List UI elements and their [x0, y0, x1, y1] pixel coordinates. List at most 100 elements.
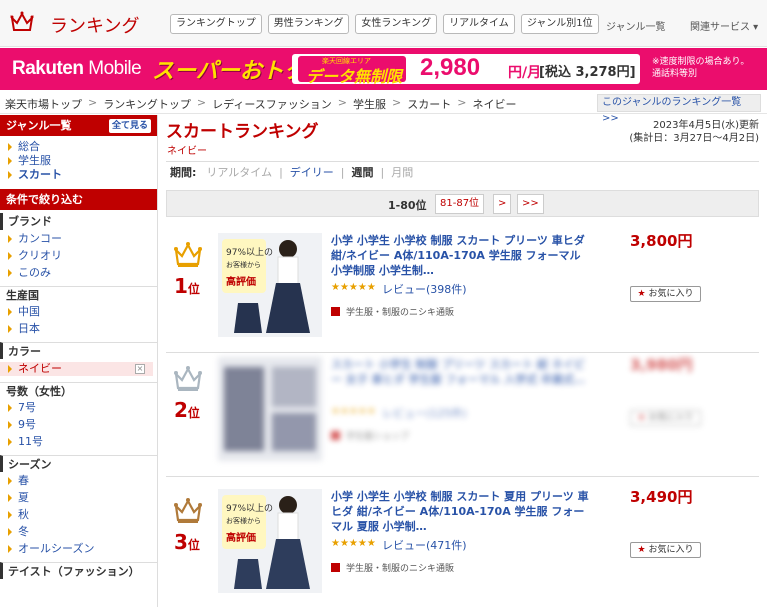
review-link[interactable]: レビュー(398件)	[382, 281, 467, 297]
breadcrumb: 楽天市場トップ > ランキングトップ > レディースファッション > 学生服 > スカー…	[0, 92, 767, 124]
filter-brand-heading: ブランド	[0, 213, 157, 230]
breadcrumb-item[interactable]: ランキングトップ	[103, 96, 191, 112]
banner-price: 2,980	[420, 54, 481, 81]
gold-crown-icon	[174, 242, 202, 267]
genre-link[interactable]: 学生服	[0, 154, 157, 168]
tab-female-ranking[interactable]: 女性ランキング	[355, 14, 438, 34]
review-link[interactable]: レビュー(471件)	[382, 537, 467, 553]
filter-season-item[interactable]: 春	[0, 474, 157, 488]
promo-banner[interactable]: Rakuten Mobile スーパーおトク 楽天回線エリア データ無制限 2,…	[0, 48, 767, 90]
period-realtime[interactable]: リアルタイム	[206, 162, 272, 184]
genre-link[interactable]: 総合	[0, 140, 157, 154]
ranking-item[interactable]: 3位 97%以上の お客様から 高評価 小学 小学生 小学校 制服 スカート 夏…	[166, 485, 759, 609]
breadcrumb-item[interactable]: スカート	[407, 96, 451, 112]
tab-ranking-top[interactable]: ランキングトップ	[170, 14, 262, 34]
genre-list-link[interactable]: ジャンル一覧	[606, 18, 666, 33]
review-link[interactable]: レビュー(125件)	[382, 405, 467, 421]
show-all-button[interactable]: 全て見る	[108, 119, 151, 133]
bronze-crown-icon	[174, 498, 202, 523]
rank-number: 2位	[174, 398, 200, 422]
tab-genre-first[interactable]: ジャンル別1位	[520, 14, 599, 34]
product-name-link[interactable]: スカート 小学生 制服 プリーツ スカート 紺 ネイビー 女子 車ヒダ 学生服 …	[331, 357, 589, 387]
badge-text: 高評価	[226, 531, 256, 544]
shop-icon	[331, 307, 340, 316]
crown-logo-icon	[10, 11, 34, 31]
rating-stars: ★★★★★	[331, 282, 376, 293]
star-icon: ★	[637, 289, 646, 299]
separator: |	[380, 165, 385, 179]
genre-ranking-list-button[interactable]: このジャンルのランキング一覧 >>	[597, 94, 761, 124]
add-favorite-button[interactable]: ★ お気に入り	[630, 542, 701, 558]
shop-icon	[331, 563, 340, 572]
breadcrumb-item[interactable]: ネイビー	[472, 96, 516, 112]
badge-text: 97%以上の	[226, 247, 273, 258]
shop-link[interactable]: 学生服ショップ	[331, 429, 409, 442]
filter-taste-heading: テイスト（ファッション）	[0, 562, 157, 579]
filter-season-item[interactable]: 秋	[0, 508, 157, 522]
banner-note: ※速度制限の場合あり。 通話料等別	[652, 57, 750, 79]
tab-realtime[interactable]: リアルタイム	[443, 14, 515, 34]
related-services-menu[interactable]: 関連サービス ▾	[690, 18, 758, 33]
data-unlimited-tag: 楽天回線エリア データ無制限	[298, 56, 406, 86]
product-image[interactable]: 97%以上の お客様から 高評価	[218, 489, 322, 593]
ranking-item[interactable]: 2位 スカート 小学生 制服 プリーツ スカート 紺 ネイビー 女子 車ヒダ 学…	[166, 353, 759, 477]
period-daily[interactable]: デイリー	[290, 162, 334, 184]
filter-origin-item[interactable]: 日本	[0, 322, 157, 336]
rating-stars: ★★★★★	[331, 538, 376, 549]
period-weekly[interactable]: 週間	[352, 162, 374, 184]
filter-size-item[interactable]: 7号	[0, 401, 157, 415]
rank-number: 1位	[174, 274, 200, 298]
filter-season-item[interactable]: 夏	[0, 491, 157, 505]
last-page-button[interactable]: >>	[517, 194, 544, 214]
badge-text: 97%以上の	[226, 503, 273, 514]
product-name-link[interactable]: 小学 小学生 小学校 制服 スカート プリーツ 車ヒダ 紺/ネイビー A体/11…	[331, 233, 589, 278]
rakuten-mobile-logo: Rakuten Mobile	[12, 58, 142, 79]
add-favorite-button[interactable]: ★ お気に入り	[630, 410, 701, 426]
separator: |	[340, 165, 345, 179]
price-box: 楽天回線エリア データ無制限 2,980 円/月 [税込 3,278円]	[292, 54, 640, 86]
page-title: スカートランキング	[166, 122, 319, 142]
add-favorite-button[interactable]: ★ お気に入り	[630, 286, 701, 302]
shop-link[interactable]: 学生服・制服のニシキ通販	[331, 561, 454, 574]
shop-link[interactable]: 学生服・制服のニシキ通販	[331, 305, 454, 318]
banner-tax-price: [税込 3,278円]	[539, 65, 636, 80]
current-range: 1-80位	[388, 199, 427, 212]
page-subtitle: ネイビー	[167, 146, 207, 157]
breadcrumb-item[interactable]: 学生服	[353, 96, 386, 112]
filter-origin-item[interactable]: 中国	[0, 305, 157, 319]
silver-crown-icon	[174, 366, 202, 391]
period-monthly[interactable]: 月間	[391, 162, 413, 184]
filter-size-item[interactable]: 11号	[0, 435, 157, 449]
badge-text: お客様から	[226, 260, 261, 269]
banner-price-unit: 円/月	[508, 65, 542, 81]
product-image[interactable]	[218, 357, 322, 461]
site-header: ランキング ランキングトップ 男性ランキング 女性ランキング リアルタイム ジャ…	[0, 0, 767, 47]
remove-filter-icon[interactable]: ×	[135, 364, 145, 374]
filter-brand-item[interactable]: カンコー	[0, 232, 157, 246]
ranking-item[interactable]: 1位 97%以上の お客様から 高評価 小学 小学生 小学校 制服 スカート プ…	[166, 229, 759, 353]
price: 3,800円	[630, 232, 693, 250]
breadcrumb-item[interactable]: 楽天市場トップ	[5, 96, 82, 112]
filter-origin-heading: 生産国	[0, 286, 157, 303]
update-info: 2023年4月5日(水)更新 (集計日：3月27日〜4月2日)	[629, 120, 759, 144]
genre-link-current[interactable]: スカート	[0, 168, 157, 182]
filter-size-item[interactable]: 9号	[0, 418, 157, 432]
filter-brand-item[interactable]: クリオリ	[0, 249, 157, 263]
filter-brand-item[interactable]: このみ	[0, 266, 157, 280]
next-page-button[interactable]: >	[493, 194, 512, 214]
product-image[interactable]: 97%以上の お客様から 高評価	[218, 233, 322, 337]
ranking-title[interactable]: ランキング	[50, 12, 139, 38]
tab-male-ranking[interactable]: 男性ランキング	[267, 14, 350, 34]
badge-text: お客様から	[226, 516, 261, 525]
data-unlimited-label: データ無制限	[306, 67, 403, 86]
filter-color-selected[interactable]: ネイビー ×	[0, 362, 153, 376]
price: 3,490円	[630, 488, 693, 506]
filter-season-item[interactable]: 冬	[0, 525, 157, 539]
breadcrumb-item[interactable]: レディースファッション	[212, 96, 332, 112]
next-range-button[interactable]: 81-87位	[435, 194, 485, 214]
filter-size-heading: 号数（女性）	[0, 382, 157, 399]
filter-season-item[interactable]: オールシーズン	[0, 542, 157, 556]
rating-stars: ★★★★★	[331, 406, 376, 417]
product-name-link[interactable]: 小学 小学生 小学校 制服 スカート 夏用 プリーツ 車ヒダ 紺/ネイビー A体…	[331, 489, 589, 534]
pagination: 1-80位 81-87位 > >>	[166, 190, 759, 217]
